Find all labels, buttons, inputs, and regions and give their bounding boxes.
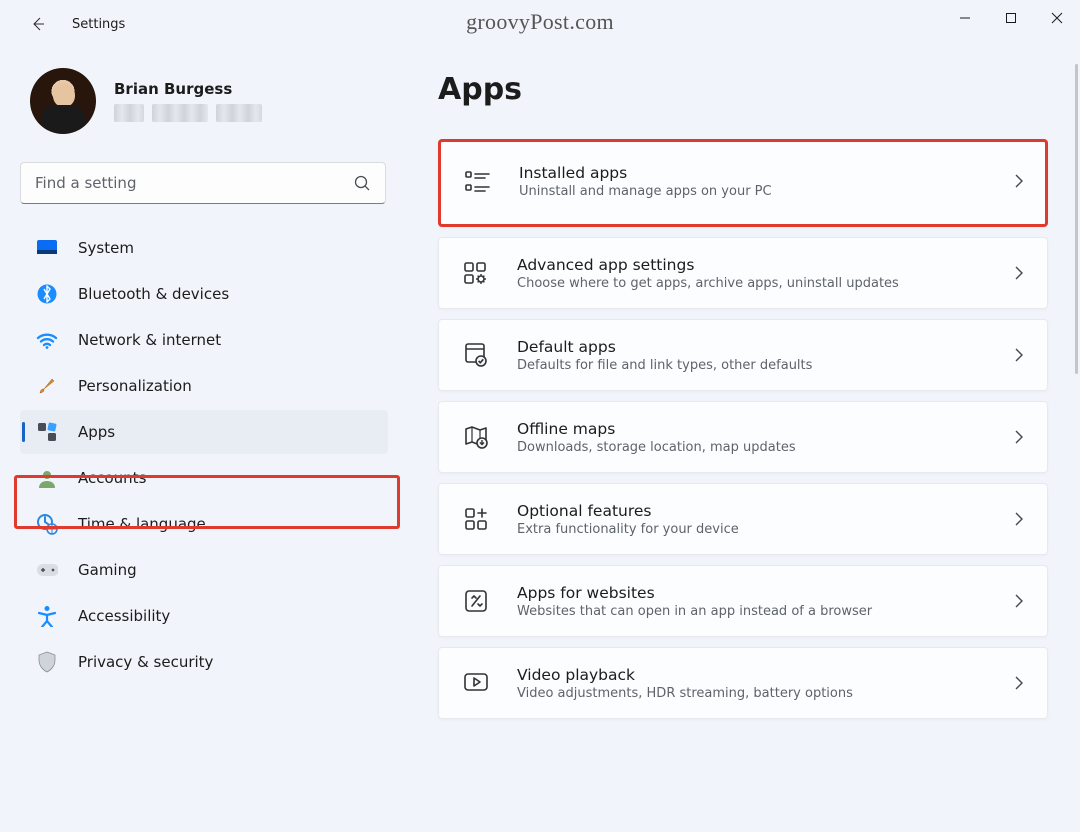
card-optional-features[interactable]: Optional features Extra functionality fo… <box>438 483 1048 555</box>
card-installed-apps[interactable]: Installed apps Uninstall and manage apps… <box>438 139 1048 227</box>
chevron-right-icon <box>1009 673 1029 693</box>
card-subtitle: Choose where to get apps, archive apps, … <box>517 276 983 291</box>
arrow-left-icon <box>30 16 46 32</box>
sidebar-item-accessibility[interactable]: Accessibility <box>20 594 388 638</box>
minimize-button[interactable] <box>942 0 988 36</box>
search-icon <box>353 174 371 192</box>
titlebar: Settings groovyPost.com <box>0 0 1080 48</box>
gamepad-icon <box>36 559 58 581</box>
sidebar-item-system[interactable]: System <box>20 226 388 270</box>
sidebar-item-personalization[interactable]: Personalization <box>20 364 388 408</box>
sidebar-item-label: Privacy & security <box>78 653 213 671</box>
sidebar-item-bluetooth[interactable]: Bluetooth & devices <box>20 272 388 316</box>
card-video-playback[interactable]: Video playback Video adjustments, HDR st… <box>438 647 1048 719</box>
shield-icon <box>36 651 58 673</box>
close-icon <box>1051 12 1063 24</box>
installed-apps-icon <box>463 166 493 196</box>
window-title: Settings <box>72 17 125 32</box>
optional-features-icon <box>461 504 491 534</box>
settings-card-list: Installed apps Uninstall and manage apps… <box>438 139 1048 719</box>
apps-icon <box>36 421 58 443</box>
page-title: Apps <box>438 72 1048 107</box>
wifi-icon <box>36 329 58 351</box>
sidebar-item-label: System <box>78 239 134 257</box>
search-box[interactable] <box>20 162 386 204</box>
clock-globe-icon <box>36 513 58 535</box>
card-default-apps[interactable]: Default apps Defaults for file and link … <box>438 319 1048 391</box>
avatar <box>30 68 96 134</box>
card-title: Video playback <box>517 666 983 684</box>
apps-websites-icon <box>461 586 491 616</box>
system-icon <box>36 237 58 259</box>
sidebar-item-label: Gaming <box>78 561 137 579</box>
back-button[interactable] <box>20 6 56 42</box>
profile-name: Brian Burgess <box>114 80 262 98</box>
chevron-right-icon <box>1009 345 1029 365</box>
card-subtitle: Uninstall and manage apps on your PC <box>519 184 983 199</box>
card-apps-for-websites[interactable]: Apps for websites Websites that can open… <box>438 565 1048 637</box>
card-title: Optional features <box>517 502 983 520</box>
bluetooth-icon <box>36 283 58 305</box>
main-panel: Apps Installed apps Uninstall and manage… <box>398 48 1080 832</box>
sidebar-item-time-language[interactable]: Time & language <box>20 502 388 546</box>
watermark-text: groovyPost.com <box>466 9 614 35</box>
accounts-icon <box>36 467 58 489</box>
sidebar-item-apps[interactable]: Apps <box>20 410 388 454</box>
sidebar-item-label: Bluetooth & devices <box>78 285 229 303</box>
window-controls <box>942 0 1080 36</box>
sidebar-item-label: Accounts <box>78 469 146 487</box>
offline-maps-icon <box>461 422 491 452</box>
accessibility-icon <box>36 605 58 627</box>
card-title: Apps for websites <box>517 584 983 602</box>
card-title: Installed apps <box>519 164 983 182</box>
advanced-settings-icon <box>461 258 491 288</box>
sidebar-item-label: Apps <box>78 423 115 441</box>
card-title: Offline maps <box>517 420 983 438</box>
chevron-right-icon <box>1009 171 1029 191</box>
sidebar-item-privacy[interactable]: Privacy & security <box>20 640 388 684</box>
sidebar-item-label: Time & language <box>78 515 206 533</box>
maximize-button[interactable] <box>988 0 1034 36</box>
sidebar-item-label: Personalization <box>78 377 192 395</box>
profile-email-redacted <box>114 104 262 122</box>
card-offline-maps[interactable]: Offline maps Downloads, storage location… <box>438 401 1048 473</box>
card-advanced-app-settings[interactable]: Advanced app settings Choose where to ge… <box>438 237 1048 309</box>
sidebar-item-gaming[interactable]: Gaming <box>20 548 388 592</box>
sidebar-item-network[interactable]: Network & internet <box>20 318 388 362</box>
sidebar-item-accounts[interactable]: Accounts <box>20 456 388 500</box>
minimize-icon <box>959 12 971 24</box>
profile-block[interactable]: Brian Burgess <box>20 68 392 134</box>
card-subtitle: Websites that can open in an app instead… <box>517 604 983 619</box>
paintbrush-icon <box>36 375 58 397</box>
card-subtitle: Video adjustments, HDR streaming, batter… <box>517 686 983 701</box>
search-input[interactable] <box>35 174 343 192</box>
default-apps-icon <box>461 340 491 370</box>
video-playback-icon <box>461 668 491 698</box>
chevron-right-icon <box>1009 509 1029 529</box>
card-subtitle: Defaults for file and link types, other … <box>517 358 983 373</box>
card-subtitle: Downloads, storage location, map updates <box>517 440 983 455</box>
sidebar: Brian Burgess System Bluetooth & device <box>0 48 398 832</box>
sidebar-item-label: Network & internet <box>78 331 221 349</box>
chevron-right-icon <box>1009 591 1029 611</box>
card-subtitle: Extra functionality for your device <box>517 522 983 537</box>
close-button[interactable] <box>1034 0 1080 36</box>
maximize-icon <box>1005 12 1017 24</box>
scrollbar[interactable] <box>1075 64 1078 374</box>
card-title: Default apps <box>517 338 983 356</box>
chevron-right-icon <box>1009 263 1029 283</box>
sidebar-item-label: Accessibility <box>78 607 170 625</box>
chevron-right-icon <box>1009 427 1029 447</box>
card-title: Advanced app settings <box>517 256 983 274</box>
nav-list: System Bluetooth & devices Network & int… <box>20 226 392 684</box>
